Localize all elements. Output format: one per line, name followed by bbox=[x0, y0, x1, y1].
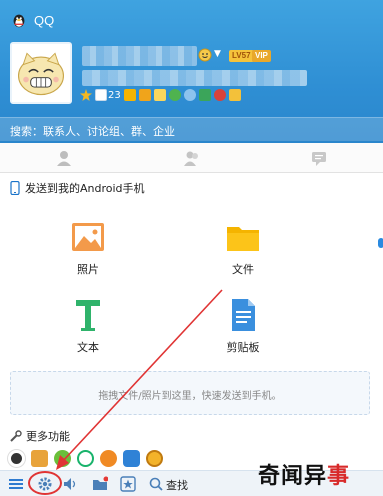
status-smile-icon[interactable] bbox=[198, 48, 212, 62]
watermark: 奇闻异事 bbox=[258, 464, 351, 489]
photo-icon bbox=[72, 223, 104, 251]
play-icon[interactable] bbox=[77, 449, 94, 467]
grid-label-file: 文件 bbox=[232, 263, 254, 276]
window-title: QQ bbox=[34, 12, 55, 28]
tab-groups[interactable] bbox=[128, 143, 256, 172]
grid-label-photo: 照片 bbox=[77, 263, 99, 276]
grid-label-clipboard: 剪贴板 bbox=[226, 341, 260, 354]
drop-zone[interactable]: 拖拽文件/照片到这里，快速发送到手机。 bbox=[10, 371, 370, 415]
mail-icon[interactable] bbox=[95, 89, 107, 101]
message-icon bbox=[312, 151, 327, 166]
note-icon[interactable] bbox=[153, 89, 166, 101]
folder-icon bbox=[227, 227, 259, 251]
volume-icon[interactable] bbox=[62, 476, 78, 492]
gold-app-icon[interactable] bbox=[146, 449, 163, 467]
qq-pet-icon[interactable] bbox=[8, 449, 25, 467]
more-features[interactable]: 更多功能 bbox=[10, 428, 70, 444]
scroll-indicator[interactable] bbox=[378, 238, 383, 248]
vip-badge: VIP bbox=[252, 50, 271, 62]
main-menu-icon[interactable] bbox=[8, 476, 24, 492]
device-header: 发送到我的Android手机 bbox=[10, 179, 145, 197]
level-badge: LV57 bbox=[229, 50, 254, 62]
tools-icon[interactable] bbox=[228, 89, 241, 101]
game-icon[interactable] bbox=[168, 89, 181, 101]
message-manager-icon[interactable] bbox=[92, 476, 108, 492]
highlight-circle bbox=[28, 471, 62, 495]
mail-count: 23 bbox=[108, 89, 121, 101]
group-icon bbox=[183, 151, 198, 166]
device-label: 发送到我的Android手机 bbox=[25, 182, 145, 195]
search-placeholder: 搜索：联系人、讨论组、群、企业 bbox=[10, 125, 175, 138]
app-launcher-row bbox=[8, 448, 163, 468]
nickname-blurred bbox=[82, 46, 197, 66]
drop-zone-text: 拖拽文件/照片到这里，快速发送到手机。 bbox=[98, 391, 282, 402]
favorites-star-icon[interactable] bbox=[120, 476, 136, 492]
tab-messages[interactable] bbox=[255, 143, 383, 172]
wrench-icon bbox=[10, 430, 22, 442]
more-label: 更多功能 bbox=[26, 430, 70, 443]
main-tabs bbox=[0, 143, 383, 173]
green-app-icon[interactable] bbox=[54, 449, 71, 467]
wallet-icon[interactable] bbox=[138, 89, 151, 101]
grid-item-clipboard[interactable]: 剪贴板 bbox=[208, 297, 278, 355]
find-label[interactable]: 查找 bbox=[166, 477, 188, 493]
space-icon[interactable] bbox=[123, 89, 136, 101]
grid-item-text[interactable]: 文本 bbox=[53, 297, 123, 355]
tab-contacts[interactable] bbox=[0, 143, 128, 172]
status-dropdown-icon[interactable]: ▼ bbox=[214, 49, 221, 59]
star-icon[interactable] bbox=[80, 89, 92, 101]
shield-icon[interactable] bbox=[123, 449, 140, 467]
profile-header: QQ ▼ LV57 VIP 23 搜索：联系人、讨论组、群、企业 bbox=[0, 0, 383, 143]
phone-icon bbox=[10, 181, 20, 195]
qq-penguin-icon bbox=[13, 14, 25, 28]
contact-icon bbox=[56, 150, 71, 166]
search-bar[interactable]: 搜索：联系人、讨论组、群、企业 bbox=[0, 117, 383, 141]
pet-icon[interactable] bbox=[213, 89, 226, 101]
titlebar: QQ bbox=[10, 10, 54, 30]
grid-label-text: 文本 bbox=[77, 341, 99, 354]
signature-blurred bbox=[82, 70, 307, 86]
avatar[interactable] bbox=[10, 42, 72, 104]
orange-app-icon[interactable] bbox=[100, 449, 117, 467]
weiyun-icon[interactable] bbox=[183, 89, 196, 101]
grid-item-photo[interactable]: 照片 bbox=[53, 219, 123, 277]
grid-item-file[interactable]: 文件 bbox=[208, 219, 278, 277]
text-icon bbox=[76, 300, 100, 331]
clipboard-icon bbox=[232, 299, 255, 331]
status-icon-row: 23 bbox=[80, 89, 241, 101]
qq-game-icon[interactable] bbox=[31, 449, 48, 467]
find-search-icon[interactable] bbox=[148, 476, 164, 492]
cartoon-face-icon bbox=[12, 44, 70, 102]
app-icon[interactable] bbox=[198, 89, 211, 101]
